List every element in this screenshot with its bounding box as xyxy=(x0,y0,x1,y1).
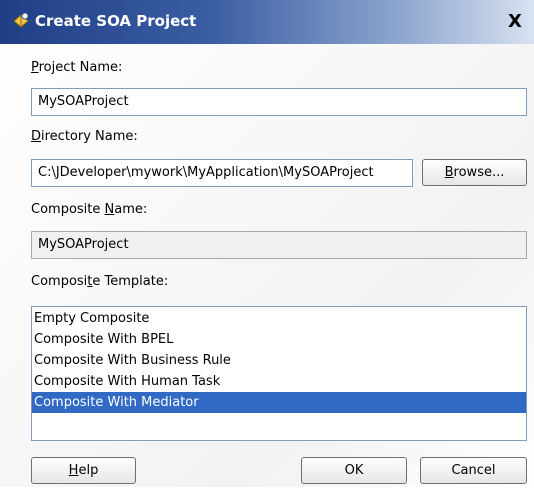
cancel-button[interactable]: Cancel xyxy=(420,457,527,484)
project-name-label: Project Name: xyxy=(31,60,123,75)
title-bar[interactable]: Create SOA Project X xyxy=(0,0,534,44)
ok-button[interactable]: OK xyxy=(301,457,407,484)
composite-template-label: Composite Template: xyxy=(31,274,169,289)
list-item[interactable]: Empty Composite xyxy=(32,308,526,329)
help-button[interactable]: Help xyxy=(31,457,136,484)
directory-name-input[interactable]: C:\JDeveloper\mywork\MyApplication\MySOA… xyxy=(31,159,413,187)
project-name-input[interactable]: MySOAProject xyxy=(31,88,527,116)
project-icon xyxy=(13,12,29,28)
list-item[interactable]: Composite With Business Rule xyxy=(32,350,526,371)
directory-name-label: Directory Name: xyxy=(31,129,138,144)
list-item[interactable]: Composite With BPEL xyxy=(32,329,526,350)
close-button[interactable]: X xyxy=(498,9,532,35)
composite-template-list[interactable]: Empty Composite Composite With BPEL Comp… xyxy=(31,306,527,441)
close-icon: X xyxy=(508,11,522,32)
dialog-title: Create SOA Project xyxy=(35,12,197,30)
create-soa-project-dialog: Create SOA Project X Project Name: MySOA… xyxy=(0,0,534,495)
dialog-bottom-edge xyxy=(0,487,534,495)
browse-button[interactable]: Browse... xyxy=(422,159,527,186)
list-item[interactable]: Composite With Human Task xyxy=(32,371,526,392)
composite-name-input: MySOAProject xyxy=(31,231,527,259)
composite-name-label: Composite Name: xyxy=(31,202,148,217)
list-item-selected[interactable]: Composite With Mediator xyxy=(32,392,526,413)
